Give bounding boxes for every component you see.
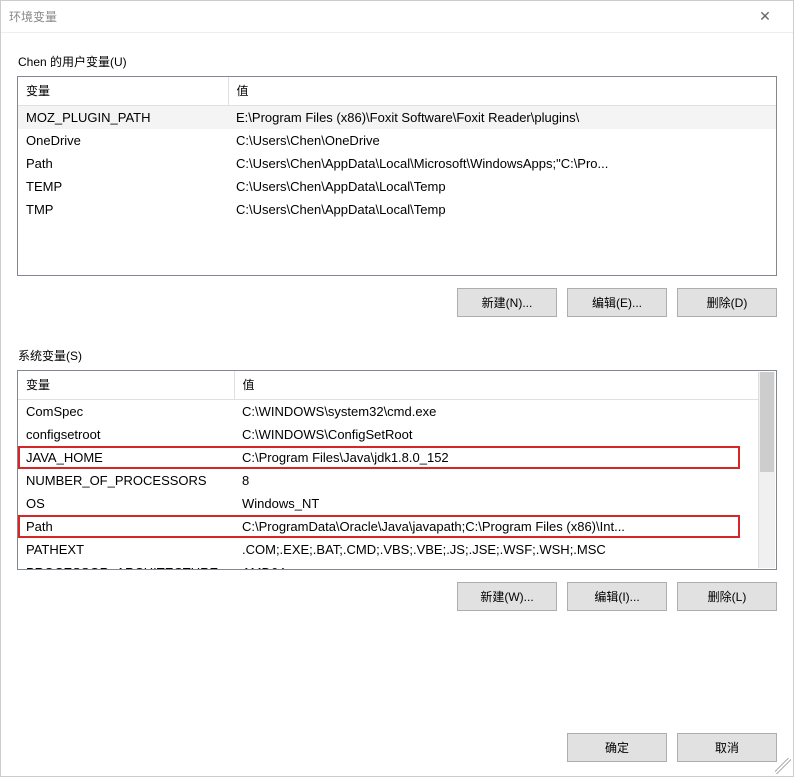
table-row[interactable]: PATHEXT.COM;.EXE;.BAT;.CMD;.VBS;.VBE;.JS… bbox=[18, 538, 759, 561]
table-row[interactable]: TEMPC:\Users\Chen\AppData\Local\Temp bbox=[18, 175, 776, 198]
sys-edit-button[interactable]: 编辑(I)... bbox=[567, 582, 667, 611]
sys-col-value[interactable]: 值 bbox=[234, 371, 759, 400]
table-row[interactable]: PROCESSOR_ARCHITECTUREAMD64 bbox=[18, 561, 759, 570]
user-col-variable[interactable]: 变量 bbox=[18, 77, 228, 106]
table-row[interactable]: configsetrootC:\WINDOWS\ConfigSetRoot bbox=[18, 423, 759, 446]
window-title: 环境变量 bbox=[9, 8, 57, 25]
user-edit-button[interactable]: 编辑(E)... bbox=[567, 288, 667, 317]
user-vars-label: Chen 的用户变量(U) bbox=[17, 53, 777, 70]
user-col-value[interactable]: 值 bbox=[228, 77, 776, 106]
user-del-button[interactable]: 删除(D) bbox=[677, 288, 777, 317]
sys-new-button[interactable]: 新建(W)... bbox=[457, 582, 557, 611]
resize-grip-icon[interactable] bbox=[775, 758, 791, 774]
table-row[interactable]: JAVA_HOMEC:\Program Files\Java\jdk1.8.0_… bbox=[18, 446, 759, 469]
user-vars-table[interactable]: 变量 值 MOZ_PLUGIN_PATHE:\Program Files (x8… bbox=[17, 76, 777, 276]
env-vars-dialog: 环境变量 ✕ Chen 的用户变量(U) 变量 值 bbox=[0, 0, 794, 777]
dialog-footer: 确定 取消 bbox=[1, 719, 793, 776]
table-row[interactable]: OneDriveC:\Users\Chen\OneDrive bbox=[18, 129, 776, 152]
sys-col-variable[interactable]: 变量 bbox=[18, 371, 234, 400]
close-icon[interactable]: ✕ bbox=[745, 5, 785, 29]
table-row[interactable]: NUMBER_OF_PROCESSORS8 bbox=[18, 469, 759, 492]
table-row[interactable]: OSWindows_NT bbox=[18, 492, 759, 515]
table-row[interactable]: ComSpecC:\WINDOWS\system32\cmd.exe bbox=[18, 400, 759, 424]
scroll-thumb[interactable] bbox=[760, 372, 774, 472]
sys-vars-table[interactable]: 变量 值 ComSpecC:\WINDOWS\system32\cmd.exe … bbox=[17, 370, 777, 570]
sys-del-button[interactable]: 删除(L) bbox=[677, 582, 777, 611]
table-row[interactable]: TMPC:\Users\Chen\AppData\Local\Temp bbox=[18, 198, 776, 221]
table-row[interactable]: MOZ_PLUGIN_PATHE:\Program Files (x86)\Fo… bbox=[18, 106, 776, 130]
sys-vars-group: 系统变量(S) 变量 值 ComSpecC:\WINDOWS\system32\… bbox=[17, 347, 777, 611]
titlebar[interactable]: 环境变量 ✕ bbox=[1, 1, 793, 33]
ok-button[interactable]: 确定 bbox=[567, 733, 667, 762]
table-row[interactable]: PathC:\Users\Chen\AppData\Local\Microsof… bbox=[18, 152, 776, 175]
table-row[interactable]: PathC:\ProgramData\Oracle\Java\javapath;… bbox=[18, 515, 759, 538]
scrollbar[interactable] bbox=[758, 372, 775, 568]
user-vars-group: Chen 的用户变量(U) 变量 值 MOZ_PLUGIN_PATHE:\Pro… bbox=[17, 53, 777, 317]
cancel-button[interactable]: 取消 bbox=[677, 733, 777, 762]
sys-vars-label: 系统变量(S) bbox=[17, 347, 777, 364]
user-new-button[interactable]: 新建(N)... bbox=[457, 288, 557, 317]
